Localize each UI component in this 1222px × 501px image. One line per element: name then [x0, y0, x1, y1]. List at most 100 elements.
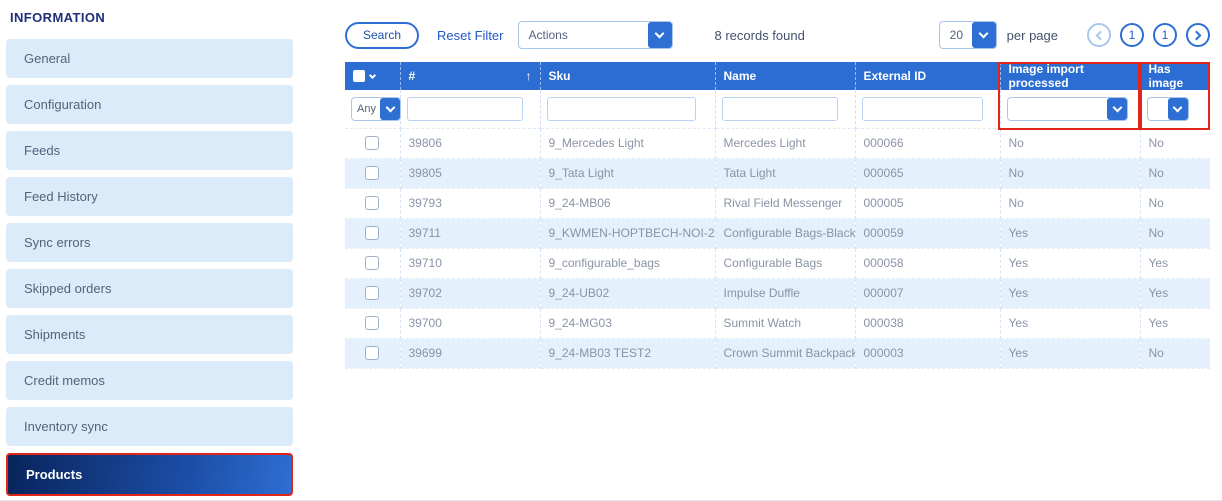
sidebar-item-label: Feed History — [24, 189, 98, 204]
sidebar-item-feed-history[interactable]: Feed History — [6, 177, 293, 216]
cell-sku: 9_Tata Light — [540, 158, 716, 189]
per-page-label: per page — [1006, 27, 1058, 43]
table-row: 39806 9_Mercedes Light Mercedes Light 00… — [345, 128, 1210, 159]
filter-id-input[interactable] — [406, 96, 524, 121]
pagination-prev-button[interactable] — [1087, 23, 1111, 47]
cell-image-import-processed: Yes — [1000, 278, 1141, 309]
cell-sku: 9_24-MG03 — [540, 308, 716, 339]
cell-name: Configurable Bags — [715, 248, 856, 279]
sidebar-item-sync-errors[interactable]: Sync errors — [6, 223, 293, 262]
chevron-down-icon — [368, 71, 377, 79]
sidebar-item-configuration[interactable]: Configuration — [6, 85, 293, 124]
reset-filter-link[interactable]: Reset Filter — [437, 28, 503, 43]
sidebar-item-label: Inventory sync — [24, 419, 108, 434]
cell-external-id: 000059 — [855, 218, 1001, 249]
sidebar-items: General Configuration Feeds Feed History… — [6, 39, 300, 496]
cell-sku: 9_Mercedes Light — [540, 128, 716, 159]
per-page-select[interactable]: 20 — [938, 21, 997, 49]
filter-external-id-input[interactable] — [861, 96, 983, 121]
cell-id: 39699 — [400, 338, 541, 369]
cell-id: 39793 — [400, 188, 541, 219]
filter-image-import-select[interactable] — [1006, 97, 1129, 122]
grid-toolbar: Search Reset Filter Actions 8 records fo… — [345, 20, 1210, 50]
chevron-down-icon — [380, 97, 400, 120]
pagination-total-pages[interactable]: 1 — [1153, 23, 1177, 47]
sidebar-item-feeds[interactable]: Feeds — [6, 131, 293, 170]
cell-image-import-processed: No — [1000, 158, 1141, 189]
row-checkbox[interactable] — [365, 346, 380, 361]
row-checkbox[interactable] — [365, 316, 380, 331]
chevron-left-icon — [1095, 30, 1106, 40]
mass-select-filter[interactable]: Any — [351, 96, 401, 121]
cell-name: Crown Summit Backpack — [715, 338, 856, 369]
sidebar-item-products[interactable]: Products — [6, 453, 293, 496]
sidebar-item-label: Shipments — [24, 327, 86, 342]
actions-select[interactable]: Actions — [517, 21, 673, 49]
cell-image-import-processed: Yes — [1000, 308, 1141, 339]
cell-sku: 9_24-UB02 — [540, 278, 716, 309]
chevron-down-icon — [1107, 98, 1128, 121]
cell-name: Configurable Bags-Black — [715, 218, 856, 249]
cell-image-import-processed: Yes — [1000, 218, 1141, 249]
table-row: 39711 9_KWMEN-HOPTBECH-NOI-24-1 Configur… — [345, 218, 1210, 249]
pagination-group: 20 per page 1 1 — [938, 21, 1210, 49]
column-header-sku[interactable]: Sku — [540, 62, 716, 90]
cell-has-image: No — [1140, 158, 1210, 189]
cell-id: 39805 — [400, 158, 541, 189]
table-row: 39700 9_24-MG03 Summit Watch 000038 Yes … — [345, 308, 1210, 339]
cell-external-id: 000007 — [855, 278, 1001, 309]
sidebar-item-credit-memos[interactable]: Credit memos — [6, 361, 293, 400]
cell-has-image: Yes — [1140, 278, 1210, 309]
cell-name: Tata Light — [715, 158, 856, 189]
sidebar-item-skipped-orders[interactable]: Skipped orders — [6, 269, 293, 308]
pagination-current-page[interactable]: 1 — [1120, 23, 1144, 47]
sidebar: INFORMATION General Configuration Feeds … — [0, 0, 300, 500]
cell-id: 39700 — [400, 308, 541, 339]
cell-has-image: Yes — [1140, 308, 1210, 339]
row-checkbox[interactable] — [365, 196, 380, 211]
column-header-image-import-processed[interactable]: Image import processed — [1000, 62, 1141, 90]
select-all-header[interactable] — [345, 62, 401, 90]
cell-image-import-processed: Yes — [1000, 248, 1141, 279]
cell-external-id: 000005 — [855, 188, 1001, 219]
table-row: 39805 9_Tata Light Tata Light 000065 No … — [345, 158, 1210, 189]
sidebar-item-general[interactable]: General — [6, 39, 293, 78]
row-checkbox[interactable] — [365, 136, 380, 151]
sidebar-item-label: Feeds — [24, 143, 61, 158]
cell-id: 39710 — [400, 248, 541, 279]
column-header-external-id[interactable]: External ID — [855, 62, 1001, 90]
filter-sku-input[interactable] — [546, 96, 696, 121]
cell-name: Rival Field Messenger — [715, 188, 856, 219]
row-checkbox[interactable] — [365, 286, 380, 301]
cell-sku: 9_24-MB03 TEST2 — [540, 338, 716, 369]
sidebar-title: INFORMATION — [10, 10, 106, 25]
sidebar-item-label: Sync errors — [24, 235, 91, 250]
cell-external-id: 000058 — [855, 248, 1001, 279]
per-page-value: 20 — [949, 28, 964, 42]
sidebar-item-label: Credit memos — [24, 373, 105, 388]
row-checkbox[interactable] — [365, 166, 380, 181]
filter-name-input[interactable] — [721, 96, 839, 121]
pagination-next-button[interactable] — [1186, 23, 1210, 47]
row-checkbox[interactable] — [365, 256, 380, 271]
chevron-down-icon — [1167, 98, 1188, 121]
sidebar-item-inventory-sync[interactable]: Inventory sync — [6, 407, 293, 446]
filter-has-image-select[interactable] — [1146, 97, 1189, 122]
row-checkbox[interactable] — [365, 226, 380, 241]
column-header-id[interactable]: # ↑ — [400, 62, 541, 90]
sort-ascending-icon: ↑ — [525, 69, 532, 83]
grid-filter-row: Any — [345, 90, 1210, 129]
search-button[interactable]: Search — [345, 21, 420, 49]
cell-id: 39806 — [400, 128, 541, 159]
cell-sku: 9_configurable_bags — [540, 248, 716, 279]
select-all-checkbox[interactable] — [353, 70, 365, 82]
cell-image-import-processed: No — [1000, 188, 1141, 219]
cell-sku: 9_KWMEN-HOPTBECH-NOI-24-1 — [540, 218, 716, 249]
column-header-has-image[interactable]: Has image — [1140, 62, 1210, 90]
sidebar-item-shipments[interactable]: Shipments — [6, 315, 293, 354]
chevron-down-icon — [971, 22, 996, 48]
sidebar-item-label: Skipped orders — [24, 281, 112, 296]
cell-external-id: 000003 — [855, 338, 1001, 369]
column-header-name[interactable]: Name — [715, 62, 856, 90]
mass-select-filter-value: Any — [357, 102, 376, 115]
